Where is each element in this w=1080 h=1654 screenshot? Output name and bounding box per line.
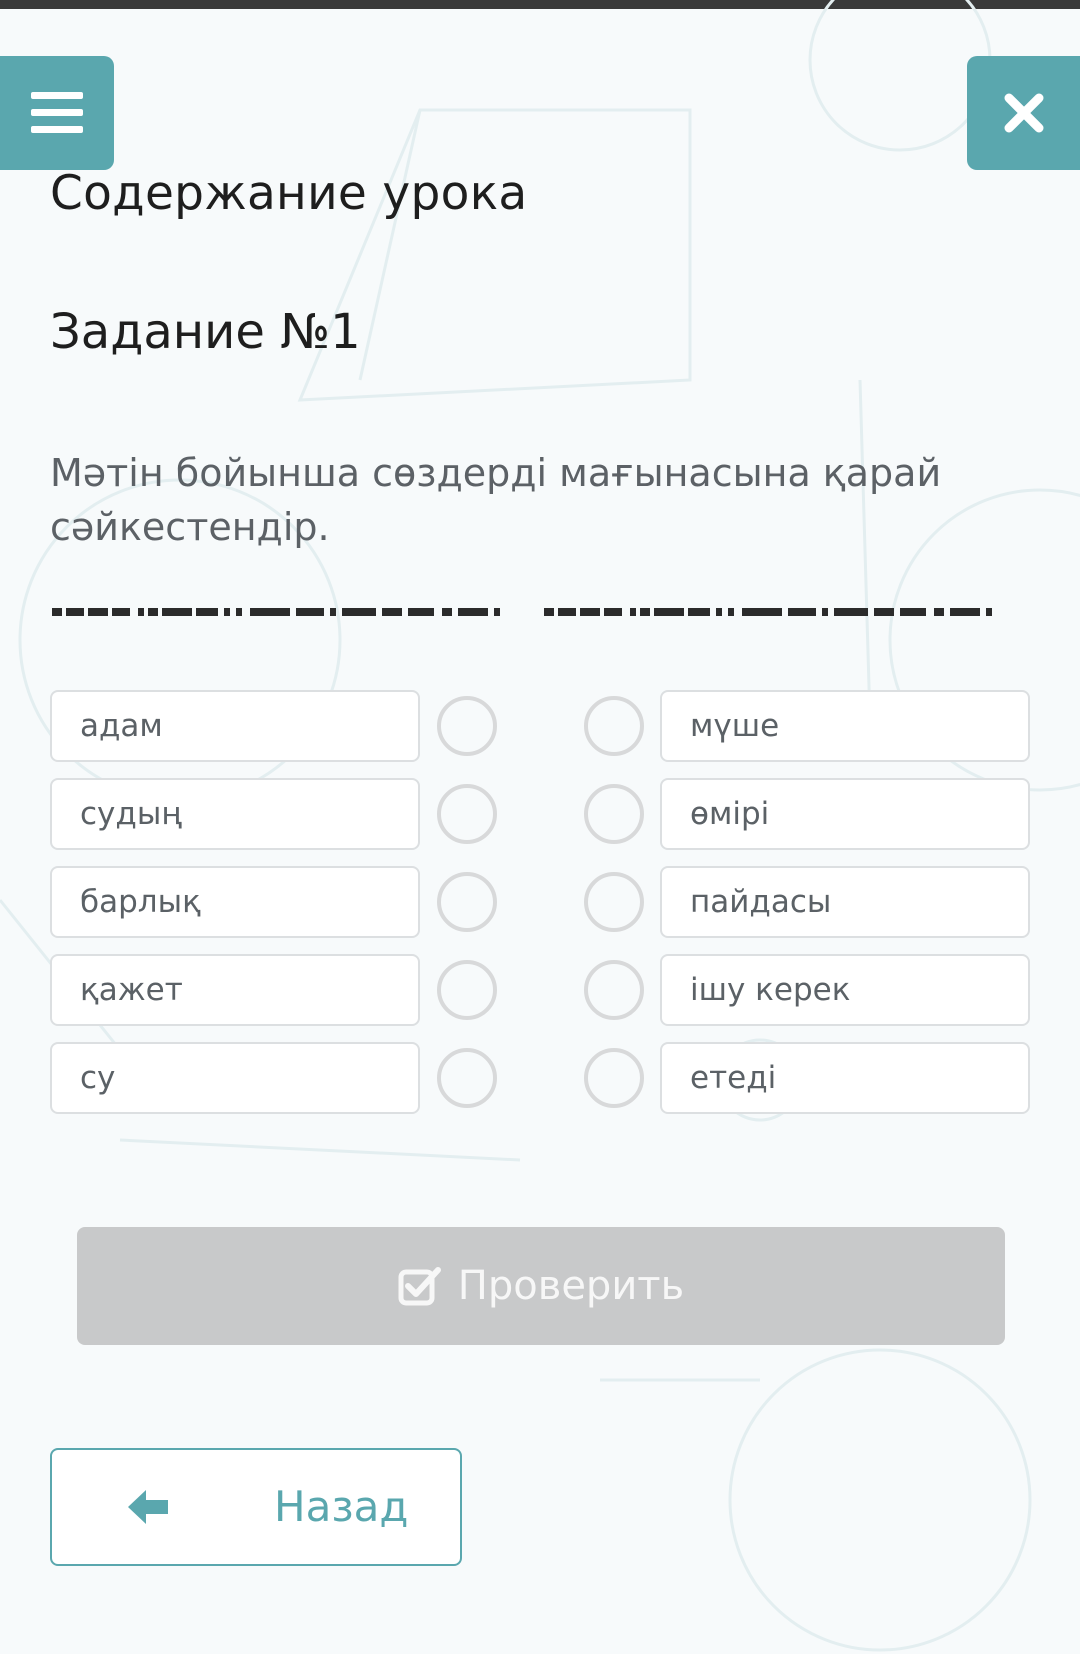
hamburger-menu-icon xyxy=(31,92,83,133)
left-item[interactable]: барлық xyxy=(50,866,420,938)
right-connector-radio[interactable] xyxy=(584,960,644,1020)
top-status-bar xyxy=(0,0,1080,9)
right-item[interactable]: өмірі xyxy=(660,778,1030,850)
right-item[interactable]: етеді xyxy=(660,1042,1030,1114)
left-connector-radio[interactable] xyxy=(437,1048,497,1108)
left-item[interactable]: қажет xyxy=(50,954,420,1026)
left-item[interactable]: су xyxy=(50,1042,420,1114)
lesson-page: Содержание урока Задание №1 Мәтін бойынш… xyxy=(0,0,1080,1654)
lesson-title: Содержание урока xyxy=(50,166,528,221)
check-button-label: Проверить xyxy=(457,1263,685,1309)
left-connector-radio[interactable] xyxy=(437,696,497,756)
back-button-label: Назад xyxy=(274,1482,409,1531)
right-item[interactable]: ішу керек xyxy=(660,954,1030,1026)
arrow-left-icon xyxy=(126,1488,170,1530)
right-item[interactable]: мүше xyxy=(660,690,1030,762)
right-connector-radio[interactable] xyxy=(584,696,644,756)
check-button[interactable]: Проверить xyxy=(77,1227,1005,1345)
left-item[interactable]: судың xyxy=(50,778,420,850)
close-x-icon xyxy=(1004,93,1043,133)
checkbox-check-icon xyxy=(398,1266,442,1306)
right-connector-radio[interactable] xyxy=(584,1048,644,1108)
right-connector-radio[interactable] xyxy=(584,784,644,844)
right-item[interactable]: пайдасы xyxy=(660,866,1030,938)
back-button[interactable]: Назад xyxy=(50,1448,462,1566)
left-connector-radio[interactable] xyxy=(437,872,497,932)
task-instruction: Мәтін бойынша сөздерді мағынасына қарай … xyxy=(50,451,942,549)
left-connector-radio[interactable] xyxy=(437,784,497,844)
right-connector-radio[interactable] xyxy=(584,872,644,932)
menu-button[interactable] xyxy=(0,56,114,170)
dashed-separator xyxy=(52,608,992,616)
task-title: Задание №1 xyxy=(50,304,361,360)
left-connector-radio[interactable] xyxy=(437,960,497,1020)
left-item[interactable]: адам xyxy=(50,690,420,762)
close-button[interactable] xyxy=(967,56,1080,170)
